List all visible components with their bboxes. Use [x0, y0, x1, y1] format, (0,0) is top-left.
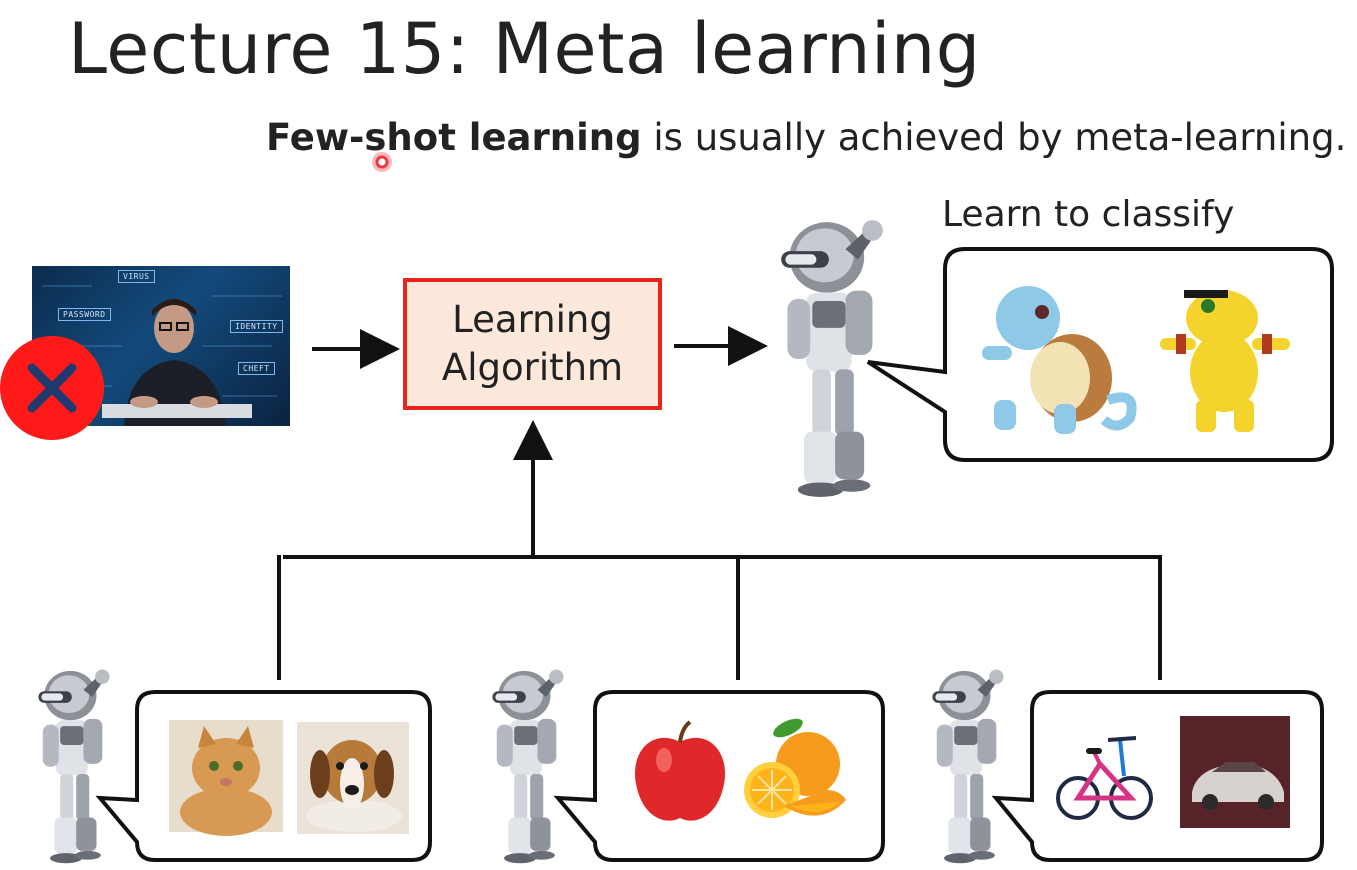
- dog-photo-icon: [297, 722, 409, 834]
- robot-icon: [932, 669, 1004, 864]
- robot-icon: [492, 669, 564, 864]
- cat-photo-icon: [169, 720, 283, 836]
- robot-icon: [38, 669, 110, 864]
- robot-icon: [781, 220, 883, 497]
- car-photo-icon: [1180, 716, 1290, 828]
- diagram-canvas: [38, 220, 1334, 864]
